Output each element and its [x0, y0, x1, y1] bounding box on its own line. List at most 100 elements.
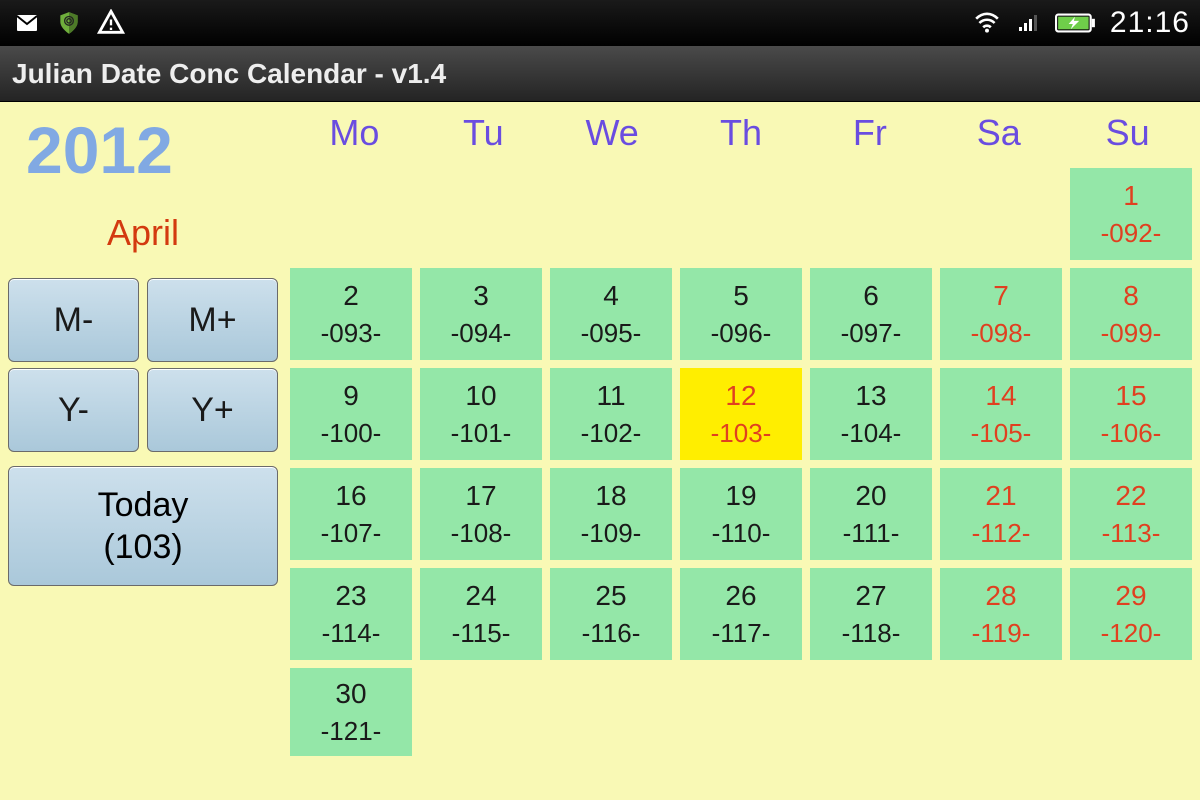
- calendar-cell[interactable]: 17-108-: [420, 468, 542, 560]
- day-number: 17: [465, 480, 496, 512]
- day-number: 27: [855, 580, 886, 612]
- calendar-cell-empty: [550, 168, 672, 260]
- julian-day: -099-: [1101, 318, 1162, 349]
- calendar-cell[interactable]: 8 -099-: [1070, 268, 1192, 360]
- calendar-cell[interactable]: 30 -121-: [290, 668, 412, 756]
- day-number: 9: [343, 380, 359, 412]
- calendar-cell[interactable]: 25-116-: [550, 568, 672, 660]
- year-next-button[interactable]: Y+: [147, 368, 278, 452]
- julian-day: -121-: [321, 716, 382, 747]
- calendar-cell[interactable]: 20-111-: [810, 468, 932, 560]
- calendar-cell[interactable]: 27 -118-: [810, 568, 932, 660]
- day-number: 3: [473, 280, 489, 312]
- month-prev-button[interactable]: M-: [8, 278, 139, 362]
- calendar-cell[interactable]: 6-097-: [810, 268, 932, 360]
- today-button-label: Today: [15, 484, 271, 527]
- julian-day: -112-: [972, 518, 1031, 549]
- month-label: April: [8, 212, 278, 254]
- calendar-cell[interactable]: 16-107-: [290, 468, 412, 560]
- calendar-cell[interactable]: 1-092-: [1070, 168, 1192, 260]
- calendar-cell[interactable]: 28-119-: [940, 568, 1062, 660]
- day-number: 24: [465, 580, 496, 612]
- julian-day: -095-: [581, 318, 642, 349]
- calendar-cell-empty: [550, 668, 672, 756]
- calendar-cell[interactable]: 9-100-: [290, 368, 412, 460]
- year-prev-button[interactable]: Y-: [8, 368, 139, 452]
- day-number: 26: [725, 580, 756, 612]
- main-content: 2012 April M- M+ Y- Y+ Today (103) MoTuW…: [0, 102, 1200, 800]
- calendar-cell[interactable]: 18 -109-: [550, 468, 672, 560]
- weekday-header: We: [548, 102, 677, 168]
- julian-day: -103-: [711, 418, 772, 449]
- calendar-cell[interactable]: 15-106-: [1070, 368, 1192, 460]
- calendar-cell-empty: [940, 168, 1062, 260]
- shield-icon: [52, 9, 86, 37]
- calendar-cell[interactable]: 21 -112-: [940, 468, 1062, 560]
- clock-text: 21:16: [1110, 6, 1190, 40]
- warning-icon: [94, 9, 128, 37]
- calendar-row: 16-107-17-108- 18 -109- 19-110-20-111- 21 -11…: [290, 468, 1192, 560]
- calendar-cell-empty: [680, 668, 802, 756]
- day-number: 25: [595, 580, 626, 612]
- weekday-header: Tu: [419, 102, 548, 168]
- calendar-cell-empty: [810, 168, 932, 260]
- day-number: 28: [985, 580, 1016, 612]
- calendar-cell[interactable]: 29-120-: [1070, 568, 1192, 660]
- weekday-header: Sa: [934, 102, 1063, 168]
- calendar-cell[interactable]: 19-110-: [680, 468, 802, 560]
- julian-day: -109-: [581, 518, 642, 549]
- day-number: 20: [855, 480, 886, 512]
- battery-icon: [1054, 9, 1098, 37]
- calendar-cell[interactable]: 2-093-: [290, 268, 412, 360]
- calendar-cell[interactable]: 14-105-: [940, 368, 1062, 460]
- calendar-cell-empty: [290, 168, 412, 260]
- calendar-cell[interactable]: 22-113-: [1070, 468, 1192, 560]
- month-next-button[interactable]: M+: [147, 278, 278, 362]
- signal-icon: [1012, 9, 1046, 37]
- calendar-cell[interactable]: 7-098-: [940, 268, 1062, 360]
- today-button[interactable]: Today (103): [8, 466, 278, 586]
- calendar-cell[interactable]: 12 -103-: [680, 368, 802, 460]
- julian-day: -098-: [971, 318, 1032, 349]
- julian-day: -115-: [452, 618, 511, 649]
- julian-day: -118-: [842, 618, 901, 649]
- sidebar: 2012 April M- M+ Y- Y+ Today (103): [0, 102, 290, 800]
- day-number: 18: [595, 480, 626, 512]
- day-number: 6: [863, 280, 879, 312]
- calendar-cell[interactable]: 24 -115-: [420, 568, 542, 660]
- calendar-cell-empty: [420, 168, 542, 260]
- julian-day: -107-: [321, 518, 382, 549]
- calendar-cell-empty: [420, 668, 542, 756]
- today-button-julian: (103): [15, 526, 271, 569]
- calendar-cell-empty: [1070, 668, 1192, 756]
- weekday-header: Th: [677, 102, 806, 168]
- calendar-cell[interactable]: 10-101-: [420, 368, 542, 460]
- calendar-cell[interactable]: 5 -096-: [680, 268, 802, 360]
- julian-day: -110-: [712, 518, 771, 549]
- day-number: 30: [335, 678, 366, 710]
- julian-day: -096-: [711, 318, 772, 349]
- weekday-header: Fr: [805, 102, 934, 168]
- day-number: 21: [985, 480, 1016, 512]
- calendar-cell[interactable]: 4 -095-: [550, 268, 672, 360]
- app-title: Julian Date Conc Calendar - v1.4: [12, 58, 446, 90]
- calendar-cell[interactable]: 3-094-: [420, 268, 542, 360]
- year-label: 2012: [26, 112, 278, 188]
- day-number: 5: [733, 280, 749, 312]
- weekday-header: Su: [1063, 102, 1192, 168]
- day-number: 8: [1123, 280, 1139, 312]
- julian-day: -104-: [841, 418, 902, 449]
- day-number: 12: [725, 380, 756, 412]
- calendar-cell[interactable]: 11-102-: [550, 368, 672, 460]
- day-number: 22: [1115, 480, 1146, 512]
- julian-day: -105-: [971, 418, 1032, 449]
- wifi-icon: [970, 9, 1004, 37]
- day-number: 4: [603, 280, 619, 312]
- julian-day: -120-: [1101, 618, 1162, 649]
- calendar-cell[interactable]: 26-117-: [680, 568, 802, 660]
- day-number: 15: [1115, 380, 1146, 412]
- calendar-cell[interactable]: 13 -104-: [810, 368, 932, 460]
- day-number: 13: [855, 380, 886, 412]
- calendar-cell[interactable]: 23-114-: [290, 568, 412, 660]
- calendar-row: 30 -121-: [290, 668, 1192, 756]
